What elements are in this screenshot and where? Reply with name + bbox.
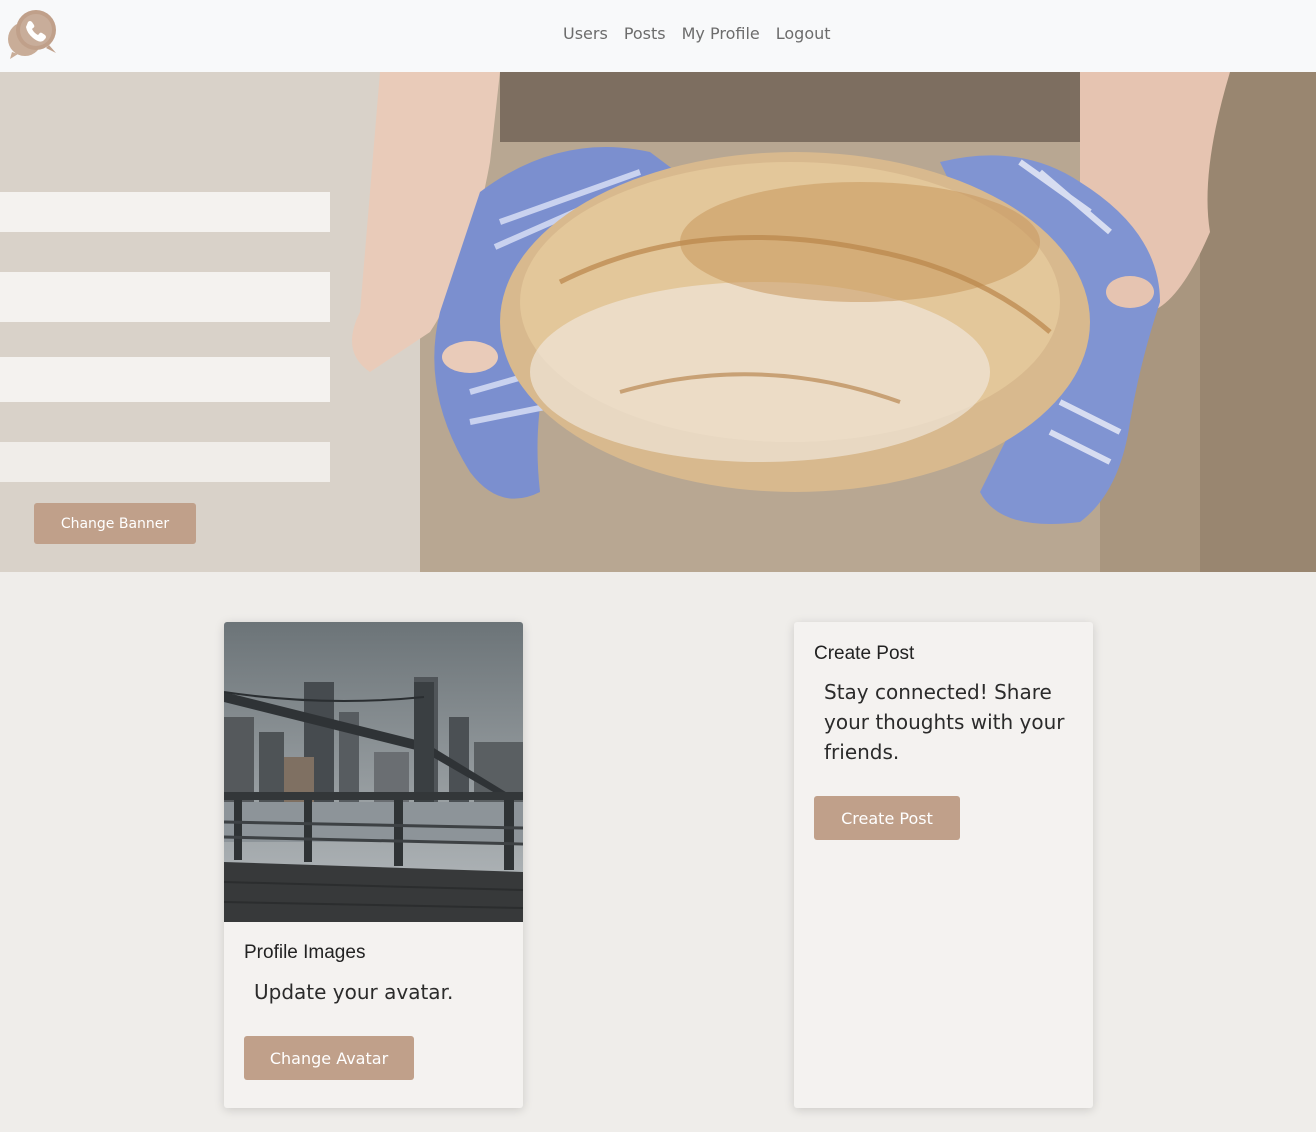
profile-images-card: Profile Images Update your avatar. Chang… xyxy=(224,622,523,1108)
nav-link-posts[interactable]: Posts xyxy=(624,23,666,45)
profile-banner: Change Banner xyxy=(0,72,1316,572)
navbar: Users Posts My Profile Logout xyxy=(0,0,1316,72)
bread-loaf-photo xyxy=(0,72,1316,572)
create-post-button[interactable]: Create Post xyxy=(814,796,960,840)
change-avatar-button[interactable]: Change Avatar xyxy=(244,1036,414,1080)
create-post-text: Stay connected! Share your thoughts with… xyxy=(824,680,1065,764)
phone-chat-icon[interactable] xyxy=(6,8,60,60)
create-post-title: Create Post xyxy=(814,643,915,664)
nav-link-my-profile[interactable]: My Profile xyxy=(682,23,760,45)
nav-link-logout[interactable]: Logout xyxy=(776,23,831,45)
nav-link-users[interactable]: Users xyxy=(563,23,608,45)
create-post-card: Create Post Stay connected! Share your t… xyxy=(794,622,1093,1108)
profile-images-text: Update your avatar. xyxy=(254,980,454,1004)
nav-links: Users Posts My Profile Logout xyxy=(563,23,831,45)
profile-images-title: Profile Images xyxy=(244,942,366,963)
change-banner-button[interactable]: Change Banner xyxy=(34,503,196,544)
bridge-city-photo xyxy=(224,622,523,922)
